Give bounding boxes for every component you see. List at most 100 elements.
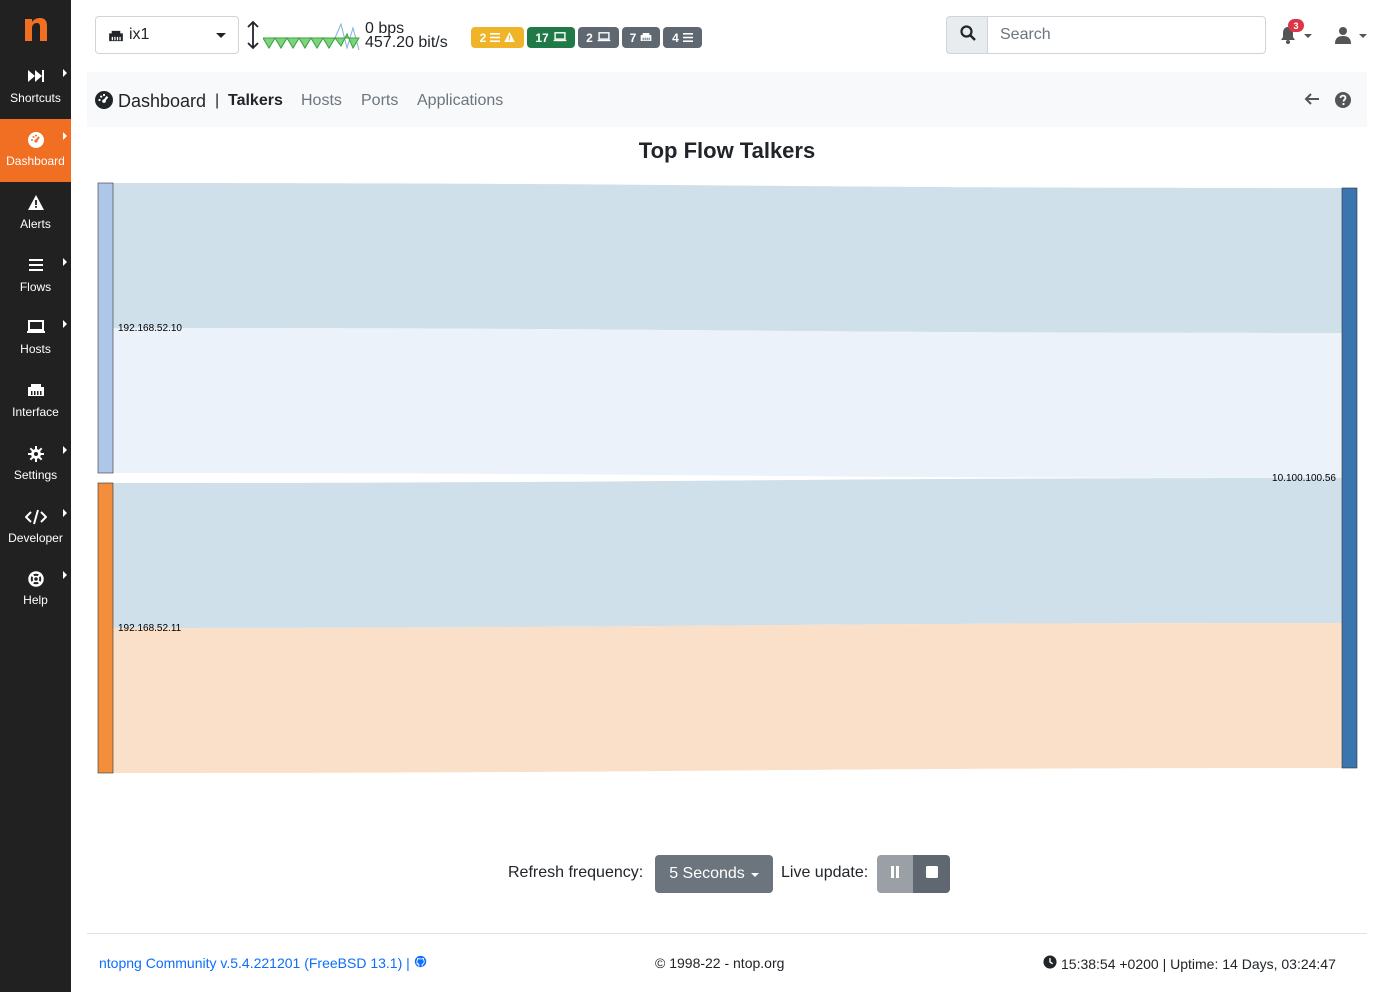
caret-right-icon (63, 509, 67, 517)
notifications-count-badge: 3 (1288, 19, 1304, 32)
ntop-logo-icon (24, 18, 47, 41)
chevron-down-icon (1304, 34, 1312, 38)
live-update-label: Live update: (781, 864, 869, 881)
tab-applications[interactable]: Applications (417, 92, 503, 110)
laptop-icon (0, 320, 71, 336)
chevron-down-icon (216, 33, 226, 38)
sidebar-item-interface[interactable]: Interface (0, 370, 71, 433)
search-button[interactable] (946, 16, 988, 54)
warning-icon (0, 195, 71, 211)
sidebar-item-flows[interactable]: Flows (0, 245, 71, 308)
sankey-link[interactable] (113, 183, 1342, 333)
sankey-link[interactable] (113, 328, 1342, 478)
ethernet-icon (640, 31, 652, 45)
sankey-link[interactable] (113, 623, 1342, 773)
badge-flows[interactable]: 4 (663, 27, 702, 48)
stop-icon (925, 865, 938, 883)
up-down-arrows-icon (246, 20, 260, 55)
sidebar-item-dashboard[interactable]: Dashboard (0, 119, 71, 182)
clock-icon (1043, 955, 1057, 972)
back-arrow-icon[interactable] (1304, 92, 1320, 111)
breadcrumb-separator: | (215, 92, 220, 109)
throughput-sparkline (262, 22, 361, 57)
dashboard-gauge-icon (0, 132, 71, 148)
search-input[interactable] (987, 16, 1266, 54)
caret-right-icon (63, 571, 67, 579)
footer-copyright: © 1998-22 - ntop.org (655, 955, 785, 971)
laptop-icon (553, 31, 567, 45)
stop-button[interactable] (913, 855, 950, 893)
laptop-icon (597, 31, 611, 45)
ntopng-logo[interactable] (0, 0, 71, 56)
sankey-chart: 192.168.52.10 192.168.52.11 10.100.100.56 (97, 182, 1358, 774)
caret-right-icon (63, 320, 67, 328)
dashboard-gauge-icon (95, 91, 113, 114)
sidebar-item-label: Flows (19, 280, 52, 294)
sidebar-item-label: Developer (8, 531, 63, 545)
footer-version-link[interactable]: ntopng Community v.5.4.221201 (FreeBSD 1… (99, 955, 427, 971)
sidebar-item-hosts[interactable]: Hosts (0, 307, 71, 370)
lifebuoy-icon (0, 571, 71, 587)
interface-select[interactable]: ix1 (95, 16, 239, 54)
refresh-frequency-dropdown[interactable]: 5 Seconds (655, 855, 773, 893)
sidebar-item-help[interactable]: Help (0, 558, 71, 621)
sankey-node[interactable] (97, 482, 114, 774)
sidebar-item-label: Interface (12, 405, 59, 419)
sidebar-item-shortcuts[interactable]: Shortcuts (0, 56, 71, 119)
sankey-node-label: 192.168.52.10 (118, 323, 182, 334)
tab-ports[interactable]: Ports (361, 92, 398, 110)
sankey-link[interactable] (113, 478, 1342, 628)
sidebar-item-label: Hosts (20, 342, 51, 356)
badge-count: 7 (629, 30, 637, 45)
caret-right-icon (63, 69, 67, 77)
refresh-frequency-value: 5 Seconds (669, 865, 745, 882)
chevron-down-icon (1359, 34, 1367, 38)
sidebar-item-label: Shortcuts (10, 91, 61, 105)
page-subnav: Dashboard | Talkers Hosts Ports Applicat… (87, 72, 1367, 127)
tab-hosts[interactable]: Hosts (301, 92, 342, 110)
footer-uptime: 15:38:54 +0200 | Uptime: 14 Days, 03:24:… (1043, 955, 1336, 972)
github-icon[interactable] (414, 955, 427, 971)
chevron-down-icon (750, 873, 759, 877)
badge-hosts[interactable]: 17 (527, 27, 575, 48)
badge-count: 2 (586, 30, 593, 45)
user-icon[interactable] (1335, 26, 1351, 49)
ethernet-icon (0, 383, 71, 399)
sidebar-item-label: Help (23, 593, 48, 607)
sankey-node-label: 10.100.100.56 (1272, 473, 1336, 484)
gear-icon (0, 446, 71, 462)
pause-button[interactable] (877, 855, 913, 893)
caret-right-icon (63, 258, 67, 266)
footer-divider (87, 933, 1367, 934)
sankey-node[interactable] (97, 182, 114, 474)
badge-count: 4 (672, 30, 679, 45)
sidebar-item-label: Alerts (20, 217, 51, 231)
caret-right-icon (63, 446, 67, 454)
sankey-node[interactable] (1341, 187, 1358, 769)
interface-select-value: ix1 (129, 26, 150, 43)
ethernet-icon (108, 29, 124, 47)
footer-time: 15:38:54 +0200 | Uptime: 14 Days, 03:24:… (1061, 955, 1336, 972)
sidebar-item-developer[interactable]: Developer (0, 496, 71, 559)
sidebar-item-alerts[interactable]: Alerts (0, 182, 71, 245)
sidebar-item-settings[interactable]: Settings (0, 433, 71, 496)
chart-title: Top Flow Talkers (638, 138, 816, 163)
code-icon (0, 509, 71, 525)
list-icon (682, 31, 693, 45)
badge-count: 2 (479, 30, 487, 45)
tab-talkers[interactable]: Talkers (228, 92, 283, 110)
list-icon (490, 31, 501, 45)
search-icon (959, 24, 976, 46)
throughput-download: 457.20 bit/s (365, 34, 448, 51)
badge-flow-alerts[interactable]: 2 (471, 27, 524, 48)
warning-icon (504, 31, 516, 45)
badge-local-hosts[interactable]: 2 (578, 27, 619, 48)
footer-version: ntopng Community v.5.4.221201 (FreeBSD 1… (99, 955, 410, 971)
help-icon[interactable] (1335, 92, 1351, 113)
badge-count: 17 (535, 30, 549, 45)
sankey-node-label: 192.168.52.11 (118, 623, 182, 634)
list-icon (0, 258, 71, 274)
badge-devices[interactable]: 7 (622, 27, 660, 48)
sidebar-item-label: Settings (13, 468, 58, 482)
pause-icon (890, 865, 900, 883)
